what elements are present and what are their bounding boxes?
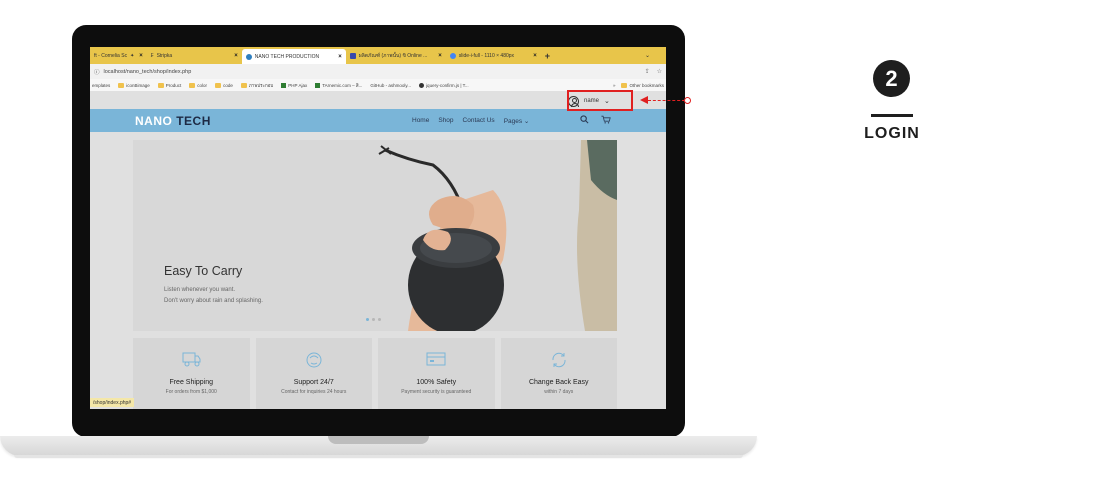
bookmark-folder[interactable]: code [215,82,233,88]
feature-title: Free Shipping [169,379,214,386]
share-icon[interactable]: ⇪ [645,68,650,75]
star-icon: ✦ [130,52,135,59]
tab-label: ผลิตภัณฑ์ (ภาพนั้น) ขิ Online ... [358,52,428,59]
chrome-favicon-icon [449,52,456,59]
nav-home[interactable]: Home [412,117,429,125]
step-number-badge: 2 [873,60,910,97]
bookmark-item[interactable]: GitHub - ashmooly... [370,83,411,88]
carousel-dot[interactable] [378,318,381,321]
chevron-down-icon[interactable]: ⌄ [645,52,666,59]
close-icon[interactable]: × [438,53,442,59]
feature-card-shipping: Free Shipping For orders from $1,000 [133,338,250,409]
nav-icons [580,115,611,126]
new-tab-button[interactable]: + [541,51,554,61]
nav-links: Home Shop Contact Us Pages ⌄ [412,117,529,125]
bookmark-star-icon[interactable]: ☆ [657,68,662,75]
folder-icon [118,82,125,88]
folder-icon [215,82,222,88]
close-icon[interactable]: × [139,53,143,59]
step-divider [871,114,913,117]
hero-subtitle-line2: Don't worry about rain and splashing. [164,298,263,304]
close-icon[interactable]: × [234,53,238,59]
feature-subtitle: Contact for inquiries 24 hours [281,389,347,395]
tab-0[interactable]: ft - Cornelia Sc ✦ × [90,49,147,62]
info-icon[interactable]: ⓘ [94,68,100,76]
feature-card-support: Support 24/7 Contact for inquiries 24 ho… [255,338,372,409]
stripe-icon: ₣ [150,52,154,59]
arrow-head-icon [640,96,648,104]
folder-icon [189,82,196,88]
feature-cards: Free Shipping For orders from $1,000 Sup… [133,338,617,409]
logo-part-2: TECH [176,113,211,128]
other-bookmarks-folder[interactable]: Other bookmarks [621,82,664,88]
hero-subtitle-line1: Listen whenever you want. [164,287,236,293]
truck-icon [182,352,201,367]
pointer-arrow [648,100,685,101]
bookmark-folder[interactable]: ภาพประกอบ [240,82,273,89]
folder-icon [157,82,164,88]
nav-contact[interactable]: Contact Us [463,117,495,125]
feature-title: 100% Safety [416,379,457,386]
tab-1[interactable]: ₣ Stripka × [147,49,242,62]
laptop-base-shadow [14,455,743,458]
site-logo[interactable]: NANO TECH [135,114,211,128]
feature-subtitle: For orders from $1,000 [165,389,217,395]
site-favicon-icon [281,82,287,88]
bookmark-item[interactable]: PHP Ajax [281,82,307,88]
hero-banner: Easy To Carry Listen whenever you want. … [133,140,617,331]
login-highlight-box [567,90,633,111]
chevron-right-icon[interactable]: » [613,83,616,88]
refresh-icon [552,352,566,368]
address-bar-actions: ⇪ ☆ [645,68,662,75]
nav-pages[interactable]: Pages ⌄ [504,117,530,125]
site-navbar: NANO TECH Home Shop Contact Us Pages ⌄ [90,109,666,132]
carousel-dot[interactable] [372,318,375,321]
arrow-origin-dot [684,97,691,104]
tab-2[interactable]: NANO TECH PRODUCTION × [241,49,346,64]
bookmark-item[interactable]: emplates [92,83,110,88]
carousel-dots [366,318,381,321]
address-bar[interactable]: ⓘ localhost/nano_tech/shop/index.php ⇪ ☆ [90,64,666,79]
logo-part-1: NANO [135,113,173,128]
close-icon[interactable]: × [533,53,537,59]
tab-3[interactable]: ผลิตภัณฑ์ (ภาพนั้น) ขิ Online ... × [346,49,446,62]
feature-card-safety: 100% Safety Payment security is guarante… [378,338,495,409]
site-favicon-icon [349,52,356,59]
folder-icon [621,82,628,88]
tutorial-slide: ft - Cornelia Sc ✦ × ₣ Stripka × NANO TE… [0,0,1110,480]
tab-label: slide-i-full - 1110 × 480px [458,52,515,59]
step-label: LOGIN [864,125,920,142]
github-icon [419,82,425,88]
feature-subtitle: Payment security is guaranteed [401,389,472,395]
site-favicon-icon [245,53,252,60]
hero-title: Easy To Carry [164,264,243,278]
carousel-dot-active[interactable] [366,318,369,321]
close-icon[interactable]: × [338,54,342,60]
tab-label: Stripka [156,52,173,59]
status-url-tooltip: /shop/index.php# [90,398,135,407]
browser-tab-bar: ft - Cornelia Sc ✦ × ₣ Stripka × NANO TE… [90,47,666,64]
tab-4[interactable]: slide-i-full - 1110 × 480px × [446,49,541,62]
tab-label: ft - Cornelia Sc [94,52,128,59]
folder-icon [240,82,247,88]
bookmark-folder[interactable]: color [189,82,207,88]
laptop-notch [328,436,429,444]
feature-title: Change Back Easy [528,379,589,386]
nav-shop[interactable]: Shop [438,117,453,125]
support-icon [306,352,322,368]
url-text[interactable]: localhost/nano_tech/shop/index.php [104,69,192,75]
bookmark-item[interactable]: jquery-confirm.js | T... [419,82,469,88]
bookmark-item[interactable]: TArnemic.com – สิ... [315,82,362,89]
feature-card-return: Change Back Easy within 7 days [500,338,617,409]
site-favicon-icon [315,82,321,88]
bookmark-folder[interactable]: iconBimage [118,82,150,88]
feature-subtitle: within 7 days [544,389,574,395]
tab-label: NANO TECH PRODUCTION [254,53,320,60]
credit-card-icon [426,352,446,366]
feature-title: Support 24/7 [293,379,334,386]
bookmarks-overflow: » Other bookmarks [613,82,664,88]
search-icon[interactable] [580,115,589,126]
cart-icon[interactable] [601,115,611,126]
bookmark-folder[interactable]: Product [157,82,181,88]
